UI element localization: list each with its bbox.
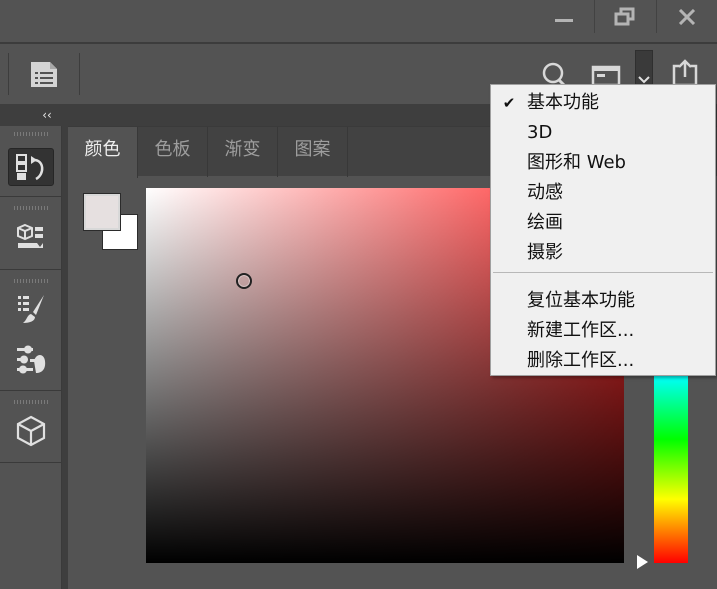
toolbar-group-divider — [0, 269, 62, 270]
toolbar-grip[interactable] — [14, 279, 48, 283]
toolbar-grip[interactable] — [14, 206, 48, 210]
toolbar-grip[interactable] — [14, 132, 48, 136]
side-toolbar — [0, 126, 62, 589]
menu-item-label: 复位基本功能 — [527, 290, 635, 311]
restore-button[interactable] — [594, 0, 655, 33]
restore-icon — [614, 7, 635, 25]
menu-item-reset-essentials[interactable]: 复位基本功能 — [491, 286, 715, 316]
3d-materials-icon — [17, 223, 43, 248]
3d-cube-icon — [16, 415, 46, 447]
tab-gradients[interactable]: 渐变 — [208, 127, 278, 177]
menu-separator — [493, 272, 713, 273]
hue-slider-marker[interactable] — [637, 555, 648, 569]
menu-item-3d[interactable]: 3D — [491, 118, 715, 148]
foreground-color-swatch[interactable] — [83, 193, 121, 231]
menu-item-label: 新建工作区... — [527, 320, 635, 341]
collapse-panels-button[interactable]: ‹‹ — [36, 104, 58, 126]
checkmark-icon: ✔ — [502, 94, 516, 112]
toolbar-group-divider — [0, 390, 62, 391]
menu-item-graphics-web[interactable]: 图形和 Web — [491, 148, 715, 178]
3d-materials-button[interactable] — [8, 218, 54, 256]
minimize-icon — [555, 18, 574, 22]
brush-presets-icon — [18, 295, 44, 323]
tab-color[interactable]: 颜色 — [68, 127, 138, 178]
adjustments-icon — [17, 345, 46, 374]
document-list-icon — [31, 62, 57, 87]
3d-panel-button[interactable] — [8, 412, 54, 450]
current-tool-button[interactable] — [24, 56, 64, 92]
menu-item-label: 3D — [527, 122, 553, 143]
color-picker-handle[interactable] — [236, 273, 252, 289]
tab-swatches[interactable]: 色板 — [138, 127, 208, 177]
chevron-down-icon — [638, 76, 650, 84]
options-separator — [8, 53, 9, 95]
menu-item-painting[interactable]: 绘画 — [491, 208, 715, 238]
menu-item-label: 摄影 — [527, 242, 563, 263]
workspace-menu: ✔ 基本功能 3D 图形和 Web 动感 绘画 摄影 复位基本功能 新建工作区.… — [490, 84, 716, 376]
adjustments-button[interactable] — [8, 340, 54, 378]
close-button[interactable] — [655, 0, 717, 33]
toolbar-group-divider — [0, 196, 62, 197]
menu-item-photography[interactable]: 摄影 — [491, 238, 715, 268]
menu-item-label: 删除工作区... — [527, 350, 635, 371]
menu-item-label: 动感 — [527, 182, 563, 203]
window-controls — [534, 0, 717, 33]
menu-item-new-workspace[interactable]: 新建工作区... — [491, 316, 715, 346]
history-panel-button[interactable] — [8, 148, 54, 186]
menu-item-motion[interactable]: 动感 — [491, 178, 715, 208]
menu-item-delete-workspace[interactable]: 删除工作区... — [491, 346, 715, 376]
menu-item-label: 绘画 — [527, 212, 563, 233]
brush-presets-button[interactable] — [8, 290, 54, 328]
menu-item-label: 基本功能 — [527, 92, 599, 113]
toolbar-grip[interactable] — [14, 400, 48, 404]
toolbar-group-divider — [0, 462, 62, 463]
menu-item-essentials[interactable]: ✔ 基本功能 — [491, 88, 715, 118]
tab-patterns[interactable]: 图案 — [278, 127, 348, 177]
options-separator — [79, 53, 80, 95]
close-icon — [678, 8, 695, 25]
menu-item-label: 图形和 Web — [527, 152, 626, 173]
minimize-button[interactable] — [534, 0, 594, 33]
history-panel-icon — [16, 154, 44, 181]
